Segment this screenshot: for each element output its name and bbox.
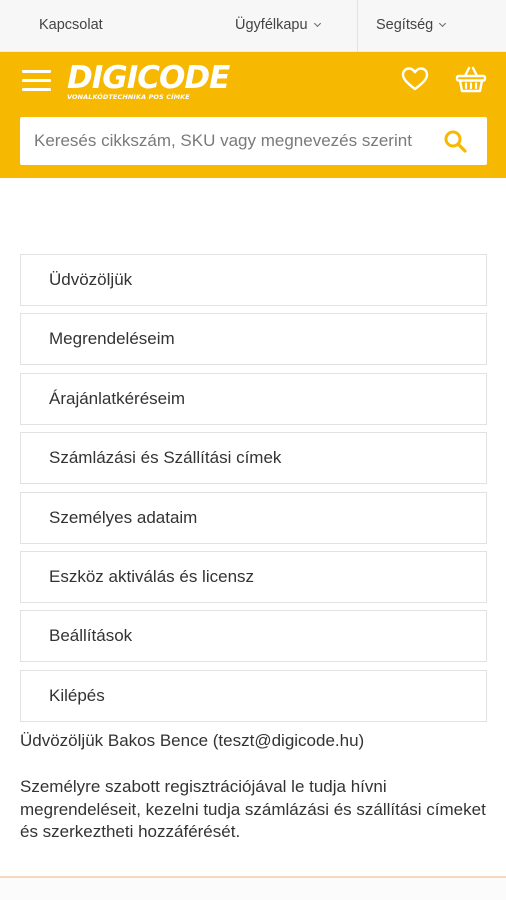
footer [0, 878, 506, 900]
search-bar [20, 117, 487, 165]
menu-item-addresses[interactable]: Számlázási és Szállítási címek [20, 432, 487, 485]
top-utility-bar: Kapcsolat Ügyfélkapu Segítség [0, 0, 506, 52]
menu-item-device-activation[interactable]: Eszköz aktiválás és licensz [20, 550, 487, 603]
menu-item-welcome[interactable]: Üdvözöljük [20, 254, 487, 306]
welcome-message: Üdvözöljük Bakos Bence (teszt@digicode.h… [20, 731, 365, 750]
logo-wordmark: DIGICODE [67, 60, 230, 96]
chevron-down-icon [313, 19, 321, 28]
menu-item-quote-requests[interactable]: Árajánlatkéréseim [20, 372, 487, 425]
menu-item-orders[interactable]: Megrendeléseim [20, 313, 487, 366]
heart-icon[interactable] [401, 66, 429, 92]
search-icon[interactable] [443, 129, 467, 153]
site-logo[interactable]: DIGICODE VONALKÓDTECHNIKA POS CÍMKE [67, 60, 230, 105]
topbar-divider [357, 0, 358, 52]
logo-tagline: VONALKÓDTECHNIKA POS CÍMKE [67, 93, 190, 101]
contact-link[interactable]: Kapcsolat [39, 17, 103, 33]
account-description: Személyre szabott regisztrációjával le t… [20, 777, 486, 841]
menu-item-logout[interactable]: Kilépés [20, 669, 487, 722]
customer-portal-label: Ügyfélkapu [235, 17, 308, 33]
account-menu: Üdvözöljük Megrendeléseim Árajánlatkérés… [20, 254, 487, 729]
menu-item-personal-data[interactable]: Személyes adataim [20, 491, 487, 544]
basket-icon[interactable] [455, 66, 487, 94]
help-label: Segítség [376, 17, 434, 33]
help-dropdown[interactable]: Segítség [376, 17, 447, 33]
site-header: DIGICODE VONALKÓDTECHNIKA POS CÍMKE [0, 52, 506, 178]
search-input[interactable] [20, 117, 430, 165]
menu-icon[interactable] [22, 70, 52, 92]
menu-item-settings[interactable]: Beállítások [20, 610, 487, 663]
customer-portal-dropdown[interactable]: Ügyfélkapu [235, 17, 321, 33]
chevron-down-icon [439, 19, 447, 28]
